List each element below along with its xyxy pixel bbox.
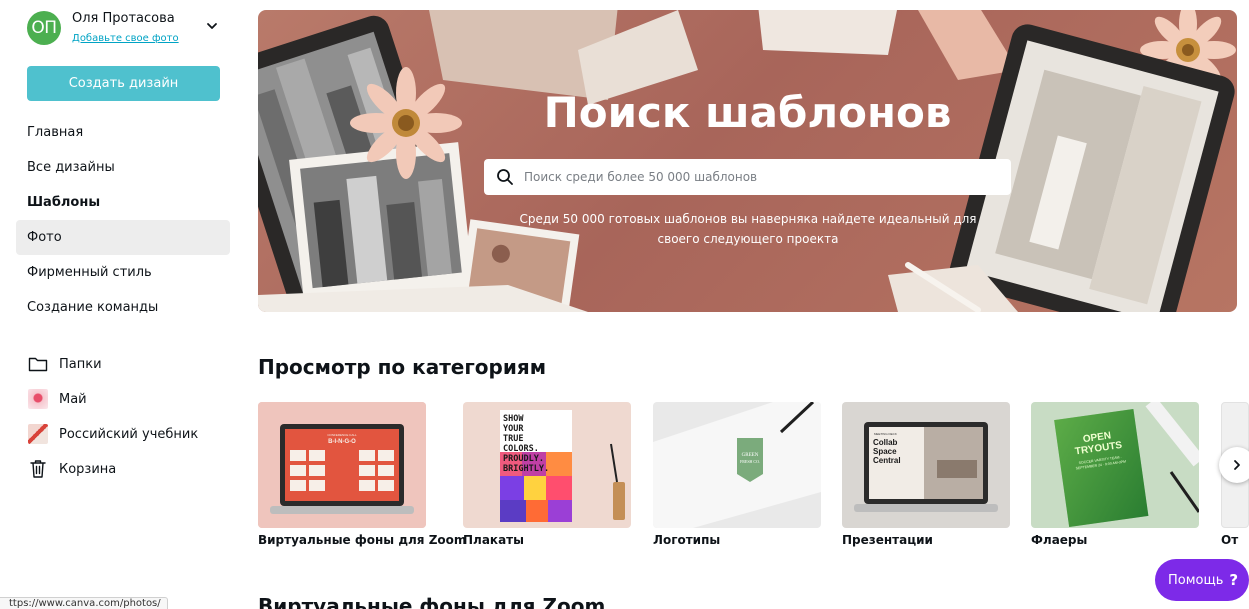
- user-name: Оля Протасова: [72, 11, 175, 26]
- thumbnail-text: SHOW YOUR TRUE COLORS. PROUDLY. BRIGHTLY…: [503, 414, 550, 474]
- sidebar-item-label: Май: [59, 391, 87, 407]
- hero-banner: Поиск шаблонов Среди 50 000 готовых шабл…: [258, 10, 1237, 312]
- hero-title: Поиск шаблонов: [543, 88, 952, 137]
- sidebar-item-home[interactable]: Главная: [16, 115, 230, 150]
- search-icon: [497, 169, 513, 185]
- add-photo-link[interactable]: Добавьте свое фото: [72, 33, 179, 44]
- hero-subtitle: Среди 50 000 готовых шаблонов вы наверня…: [519, 212, 977, 246]
- template-search-box[interactable]: [484, 159, 1011, 195]
- category-thumbnail[interactable]: OPEN TRYOUTS SOCCER VARSITY TEAM · SEPTE…: [1031, 402, 1199, 528]
- thumbnail-icon: [27, 423, 49, 445]
- thumbnail-text: B-I-N-G-O: [328, 439, 356, 445]
- avatar[interactable]: ОП: [27, 11, 61, 45]
- sidebar-item-all-designs[interactable]: Все дизайны: [16, 150, 230, 185]
- category-label[interactable]: Флаеры: [1031, 533, 1199, 547]
- sidebar-item-create-team[interactable]: Создание команды: [16, 290, 230, 325]
- category-thumbnail[interactable]: SHOW YOUR TRUE COLORS. PROUDLY. BRIGHTLY…: [463, 402, 631, 528]
- status-url-tooltip: ttps://www.canva.com/photos/: [0, 597, 168, 609]
- sidebar: ОП Оля Протасова Добавьте свое фото Созд…: [0, 0, 246, 609]
- section-title-zoom: Виртуальные фоны для Zoom: [258, 594, 606, 609]
- categories-title: Просмотр по категориям: [258, 355, 547, 379]
- category-card-zoom[interactable]: CONFERENCE CALL B-I-N-G-O Виртуальные фо…: [258, 402, 466, 547]
- trash-icon: [27, 458, 49, 480]
- folder-icon: [27, 353, 49, 375]
- chevron-down-icon[interactable]: [205, 19, 219, 33]
- sidebar-item-label: Российский учебник: [59, 426, 199, 442]
- question-icon: ?: [1229, 571, 1239, 589]
- category-card-posters[interactable]: SHOW YOUR TRUE COLORS. PROUDLY. BRIGHTLY…: [463, 402, 631, 547]
- thumbnail-small-text: CONFERENCE CALL: [327, 433, 357, 437]
- category-thumbnail[interactable]: GREEN FRESH CO.: [653, 402, 821, 528]
- carousel-next-button[interactable]: [1219, 447, 1249, 483]
- sidebar-item-templates[interactable]: Шаблоны: [16, 185, 230, 220]
- thumbnail-text: GREEN: [742, 453, 759, 458]
- sidebar-item-may[interactable]: Май: [27, 387, 87, 411]
- category-label[interactable]: Плакаты: [463, 533, 631, 547]
- thumbnail-text: FRESH CO.: [740, 459, 760, 464]
- search-input[interactable]: [524, 159, 994, 195]
- category-thumbnail[interactable]: CONFERENCE CALL B-I-N-G-O: [258, 402, 426, 528]
- category-card-presentations[interactable]: MEETING DECK Collab Space Central Презен…: [842, 402, 1010, 547]
- sidebar-item-label: Папки: [59, 356, 102, 372]
- thumbnail-small-text: MEETING DECK: [874, 432, 897, 436]
- category-label[interactable]: Презентации: [842, 533, 1010, 547]
- sidebar-item-label: Корзина: [59, 461, 117, 477]
- category-label[interactable]: Виртуальные фоны для Zoom: [258, 533, 466, 547]
- sidebar-item-photos[interactable]: Фото: [16, 220, 230, 255]
- category-card-logos[interactable]: GREEN FRESH CO. Логотипы: [653, 402, 821, 547]
- category-thumbnail[interactable]: MEETING DECK Collab Space Central: [842, 402, 1010, 528]
- chevron-right-icon: [1234, 460, 1240, 470]
- help-button[interactable]: Помощь ?: [1155, 559, 1249, 601]
- sidebar-item-russian-textbook[interactable]: Российский учебник: [27, 422, 198, 446]
- user-profile[interactable]: ОП Оля Протасова Добавьте свое фото: [27, 9, 227, 49]
- thumbnail-icon: [27, 388, 49, 410]
- category-card-flyers[interactable]: OPEN TRYOUTS SOCCER VARSITY TEAM · SEPTE…: [1031, 402, 1199, 547]
- category-label[interactable]: Логотипы: [653, 533, 821, 547]
- sidebar-item-folders[interactable]: Папки: [27, 352, 102, 376]
- thumbnail-text: Collab Space Central: [873, 438, 901, 465]
- sidebar-item-trash[interactable]: Корзина: [27, 457, 116, 481]
- create-design-button[interactable]: Создать дизайн: [27, 66, 220, 101]
- help-label: Помощь: [1168, 572, 1224, 588]
- sidebar-item-brand-kit[interactable]: Фирменный стиль: [16, 255, 230, 290]
- category-label[interactable]: От: [1221, 533, 1249, 547]
